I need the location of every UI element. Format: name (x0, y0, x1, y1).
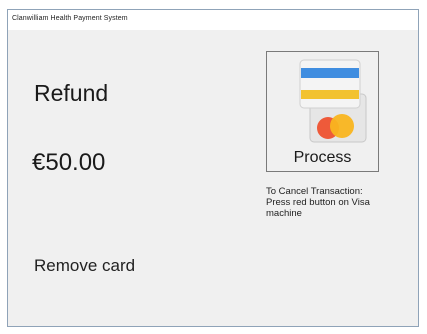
cancel-instructions: To Cancel Transaction: Press red button … (266, 186, 416, 219)
title-bar[interactable]: Clanwilliam Health Payment System (8, 10, 418, 31)
window-title: Clanwilliam Health Payment System (12, 15, 128, 22)
amount-label: €50.00 (32, 149, 106, 176)
instruction-label: Remove card (34, 256, 136, 275)
process-button[interactable]: Process (266, 51, 379, 172)
cancel-note-line: Press red button on Visa (266, 197, 370, 208)
process-button-label: Process (293, 149, 352, 166)
credit-cards-icon (299, 59, 367, 143)
payment-window: Clanwilliam Health Payment System Refund… (7, 9, 419, 327)
transaction-type-label: Refund (34, 80, 109, 106)
cancel-note-line: machine (266, 208, 302, 219)
cancel-note-line: To Cancel Transaction: (266, 186, 363, 197)
